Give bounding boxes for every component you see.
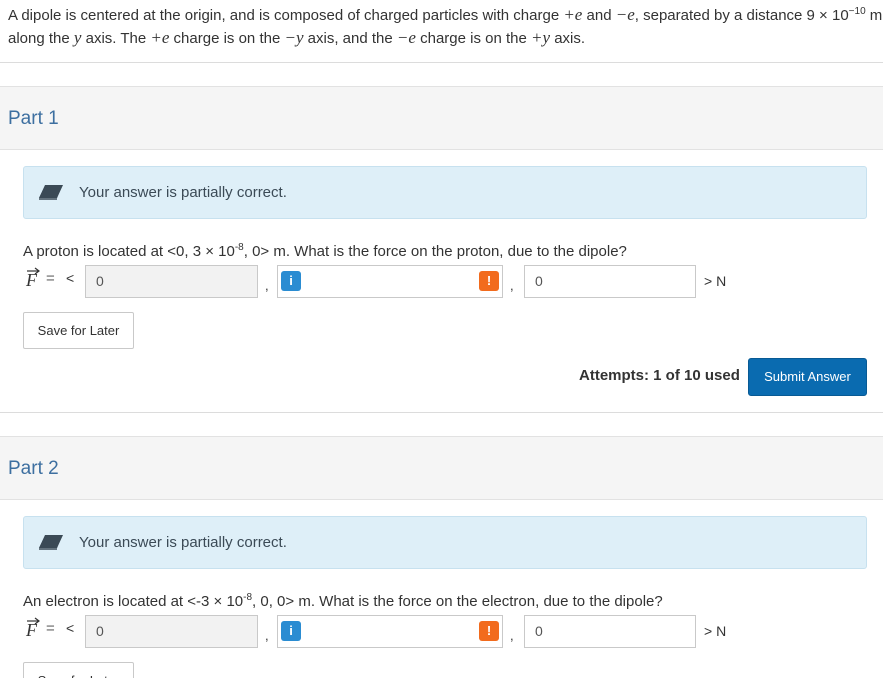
divider: [0, 62, 883, 63]
question-axis: −y: [284, 28, 304, 47]
question-segment: axis.: [550, 30, 586, 47]
open-bracket: <: [66, 270, 75, 286]
vector-arrow-icon: [27, 267, 40, 275]
save-for-later-button[interactable]: Save for Later: [23, 312, 134, 349]
question-exponent: −10: [848, 6, 866, 17]
comma: ,: [265, 278, 269, 293]
part-2-feedback: Your answer is partially correct.: [23, 516, 867, 569]
equals-sign: =: [46, 270, 55, 287]
prompt-text: , 0> m. What is the force on the proton,…: [243, 243, 627, 260]
answer-y-input[interactable]: [277, 615, 503, 648]
part-1-feedback: Your answer is partially correct.: [23, 166, 867, 219]
part-2-header: Part 2: [0, 436, 883, 500]
part-title: Part 2: [8, 458, 59, 479]
divider: [0, 412, 883, 413]
question-segment: charge is on the: [169, 30, 285, 47]
question-segment: , separated by a distance 9 × 10: [634, 7, 849, 24]
prompt-text: A proton is located at <0, 3 × 10: [23, 243, 235, 260]
feedback-message: Your answer is partially correct.: [79, 184, 287, 201]
answer-x-input[interactable]: 0: [85, 265, 258, 298]
warning-icon[interactable]: !: [479, 271, 499, 291]
part-2-prompt: An electron is located at <-3 × 10-8, 0,…: [23, 592, 663, 611]
prompt-exponent: -8: [234, 242, 244, 253]
pencil-eraser-icon: [39, 535, 63, 550]
force-vector-label: F = <: [26, 617, 80, 642]
unit-label: > N: [704, 273, 727, 289]
question-charge: +e: [563, 5, 583, 24]
question-segment: axis. The: [81, 30, 151, 47]
force-vector-label: F = <: [26, 267, 80, 292]
question-text: A dipole is centered at the origin, and …: [8, 4, 883, 50]
info-icon[interactable]: i: [281, 621, 301, 641]
part-title: Part 1: [8, 108, 59, 129]
answer-x-input[interactable]: 0: [85, 615, 258, 648]
prompt-text: , 0, 0> m. What is the force on the elec…: [252, 593, 663, 610]
question-segment: and: [582, 7, 616, 24]
answer-y-input[interactable]: [277, 265, 503, 298]
open-bracket: <: [66, 620, 75, 636]
prompt-exponent: -8: [243, 592, 253, 603]
prompt-text: An electron is located at <-3 × 10: [23, 593, 244, 610]
comma: ,: [510, 278, 514, 293]
question-segment: A dipole is centered at the origin, and …: [8, 7, 564, 24]
part-1-prompt: A proton is located at <0, 3 × 10-8, 0> …: [23, 242, 627, 261]
answer-z-input[interactable]: 0: [524, 265, 696, 298]
answer-z-input[interactable]: 0: [524, 615, 696, 648]
question-segment: charge is on the: [415, 30, 532, 47]
part-1-header: Part 1: [0, 86, 883, 150]
feedback-message: Your answer is partially correct.: [79, 534, 287, 551]
equals-sign: =: [46, 620, 55, 637]
unit-label: > N: [704, 623, 727, 639]
comma: ,: [265, 628, 269, 643]
submit-answer-button[interactable]: Submit Answer: [748, 358, 867, 396]
comma: ,: [510, 628, 514, 643]
vector-arrow-icon: [27, 617, 40, 625]
question-segment: axis, and the: [303, 30, 397, 47]
attempts-counter: Attempts: 1 of 10 used: [579, 367, 740, 384]
info-icon[interactable]: i: [281, 271, 301, 291]
pencil-eraser-icon: [39, 185, 63, 200]
question-charge: +e: [150, 28, 170, 47]
question-charge: −e: [396, 28, 416, 47]
question-charge: −e: [615, 5, 635, 24]
warning-icon[interactable]: !: [479, 621, 499, 641]
question-axis: +y: [531, 28, 551, 47]
save-for-later-button[interactable]: Save for Later: [23, 662, 134, 678]
